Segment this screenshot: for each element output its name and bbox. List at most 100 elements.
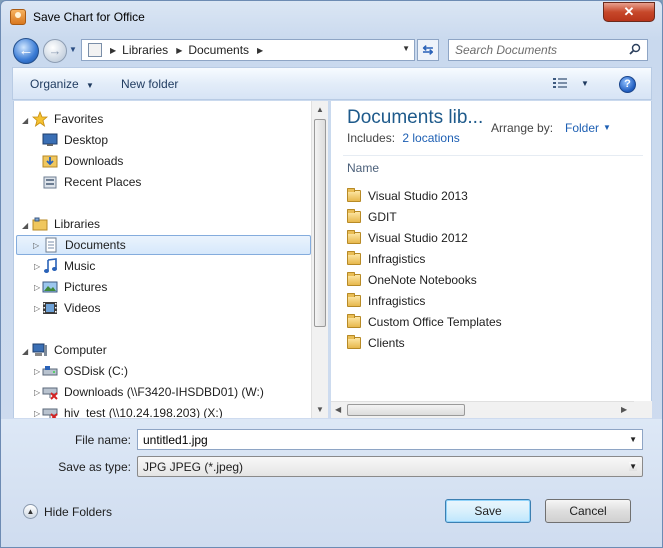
tree-item-videos[interactable]: Videos <box>42 298 100 318</box>
search-input[interactable] <box>449 40 625 60</box>
tree-label: Recent Places <box>64 175 142 189</box>
chevron-down-icon: ▼ <box>86 81 94 90</box>
save-as-type-label: Save as type: <box>58 460 131 474</box>
arrange-by-dropdown[interactable]: Folder <box>565 121 599 135</box>
tree-item-desktop[interactable]: Desktop <box>42 130 108 150</box>
cancel-button[interactable]: Cancel <box>545 499 631 523</box>
videos-icon <box>43 302 57 314</box>
tree-item-documents[interactable]: ▷ Documents <box>16 235 311 255</box>
refresh-button[interactable]: ⇆ <box>417 39 439 61</box>
expand-icon[interactable]: ▷ <box>33 241 39 250</box>
tree-label: Favorites <box>54 112 104 126</box>
tree-computer[interactable]: Computer <box>32 340 107 360</box>
folder-name: Visual Studio 2012 <box>368 231 468 245</box>
folder-row[interactable]: Custom Office Templates <box>347 312 502 332</box>
hide-folders-toggle[interactable]: ▲ Hide Folders <box>23 504 112 519</box>
folder-row[interactable]: Visual Studio 2012 <box>347 228 468 248</box>
collapse-libraries-icon[interactable]: ◢ <box>22 221 28 230</box>
breadcrumb-documents[interactable]: Documents <box>188 43 249 57</box>
arrange-by-label: Arrange by: <box>491 121 554 135</box>
scroll-down-icon[interactable]: ▼ <box>316 405 324 414</box>
disconnected-drive-icon <box>42 408 58 418</box>
computer-icon <box>32 343 47 356</box>
navigation-pane: ◢ Favorites Desktop Downloads Recent Pla… <box>13 101 327 418</box>
breadcrumb-libraries[interactable]: Libraries <box>122 43 168 57</box>
expand-icon[interactable]: ▷ <box>34 367 40 376</box>
column-header-name[interactable]: Name <box>347 161 379 175</box>
chevron-right-icon[interactable]: ▶ <box>176 46 182 55</box>
expand-icon[interactable]: ▷ <box>34 388 40 397</box>
close-button[interactable]: ✕ <box>603 2 655 22</box>
file-list-horizontal-scrollbar[interactable]: ◀ ▶ <box>331 401 634 418</box>
library-icon <box>88 43 102 57</box>
library-title: Documents lib... <box>347 107 484 128</box>
folder-icon <box>347 230 361 244</box>
save-button[interactable]: Save <box>445 499 531 523</box>
disconnected-drive-icon <box>42 387 58 400</box>
chevron-up-icon: ▲ <box>23 504 38 519</box>
desktop-icon <box>42 133 58 146</box>
change-view-button[interactable]: ▼ <box>553 77 589 93</box>
folder-row[interactable]: Visual Studio 2013 <box>347 186 468 206</box>
chevron-down-icon[interactable]: ▼ <box>603 123 611 132</box>
music-icon <box>44 258 57 273</box>
collapse-computer-icon[interactable]: ◢ <box>22 347 28 356</box>
folder-row[interactable]: OneNote Notebooks <box>347 270 477 290</box>
tree-label: Videos <box>64 301 101 315</box>
expand-icon[interactable]: ▷ <box>34 304 40 313</box>
address-dropdown-icon[interactable]: ▼ <box>402 44 410 53</box>
tree-label: Desktop <box>64 133 109 147</box>
chevron-right-icon[interactable]: ▶ <box>257 46 263 55</box>
back-button[interactable]: ← <box>13 38 39 64</box>
tree-label: Downloads (\\F3420-IHSDBD01) (W:) <box>64 385 264 399</box>
folder-name: Visual Studio 2013 <box>368 189 468 203</box>
address-bar[interactable]: ▶ Libraries ▶ Documents ▶ ▼ <box>81 39 415 61</box>
help-button[interactable]: ? <box>619 76 636 93</box>
tree-libraries[interactable]: Libraries <box>32 214 100 234</box>
locations-link[interactable]: 2 locations <box>402 131 459 145</box>
folder-row[interactable]: Infragistics <box>347 291 425 311</box>
tree-item-downloads[interactable]: Downloads <box>42 151 123 171</box>
expand-icon[interactable]: ▷ <box>34 262 40 271</box>
tree-item-osdisk[interactable]: OSDisk (C:) <box>42 361 128 381</box>
file-list-pane: Documents lib... Includes: 2 locations A… <box>331 101 652 418</box>
collapse-favorites-icon[interactable]: ◢ <box>22 116 28 125</box>
expand-icon[interactable]: ▷ <box>34 409 40 418</box>
navigation-pane-scrollbar[interactable]: ▲ ▼ <box>311 101 328 418</box>
file-name-input[interactable] <box>138 430 598 449</box>
scroll-right-icon[interactable]: ▶ <box>621 405 627 414</box>
folder-name: GDIT <box>368 210 397 224</box>
organize-button[interactable]: Organize ▼ <box>30 77 94 91</box>
tree-item-network-drive-w[interactable]: Downloads (\\F3420-IHSDBD01) (W:) <box>42 382 264 402</box>
file-name-combo[interactable]: ▼ <box>137 429 643 450</box>
new-folder-button[interactable]: New folder <box>121 77 178 91</box>
chevron-right-icon[interactable]: ▶ <box>110 46 116 55</box>
recent-pages-dropdown-icon[interactable]: ▼ <box>69 45 79 55</box>
pictures-icon <box>42 281 58 293</box>
search-icon[interactable] <box>629 43 641 55</box>
scroll-up-icon[interactable]: ▲ <box>316 105 324 114</box>
search-box[interactable] <box>448 39 648 61</box>
window-title: Save Chart for Office <box>33 10 145 24</box>
save-as-type-select[interactable]: JPG JPEG (*.jpeg) ▼ <box>137 456 643 477</box>
tree-item-network-drive-x[interactable]: hiv_test (\\10.24.198.203) (X:) <box>42 403 223 418</box>
forward-button[interactable]: → <box>43 39 67 63</box>
tree-label: Downloads <box>64 154 124 168</box>
organize-label: Organize <box>30 77 79 91</box>
tree-item-recent-places[interactable]: Recent Places <box>42 172 141 192</box>
folder-row[interactable]: Clients <box>347 333 405 353</box>
scrollbar-thumb[interactable] <box>314 119 326 327</box>
scrollbar-thumb[interactable] <box>347 404 465 416</box>
tree-item-pictures[interactable]: Pictures <box>42 277 107 297</box>
chevron-down-icon[interactable]: ▼ <box>629 435 637 444</box>
chevron-down-icon[interactable]: ▼ <box>629 462 637 471</box>
hard-drive-icon <box>42 366 58 376</box>
folder-row[interactable]: GDIT <box>347 207 397 227</box>
folder-name: Clients <box>368 336 405 350</box>
expand-icon[interactable]: ▷ <box>34 283 40 292</box>
folder-row[interactable]: Infragistics <box>347 249 425 269</box>
tree-item-music[interactable]: Music <box>42 256 95 276</box>
scroll-left-icon[interactable]: ◀ <box>335 405 341 414</box>
tree-favorites[interactable]: Favorites <box>32 109 103 129</box>
folder-name: OneNote Notebooks <box>368 273 477 287</box>
